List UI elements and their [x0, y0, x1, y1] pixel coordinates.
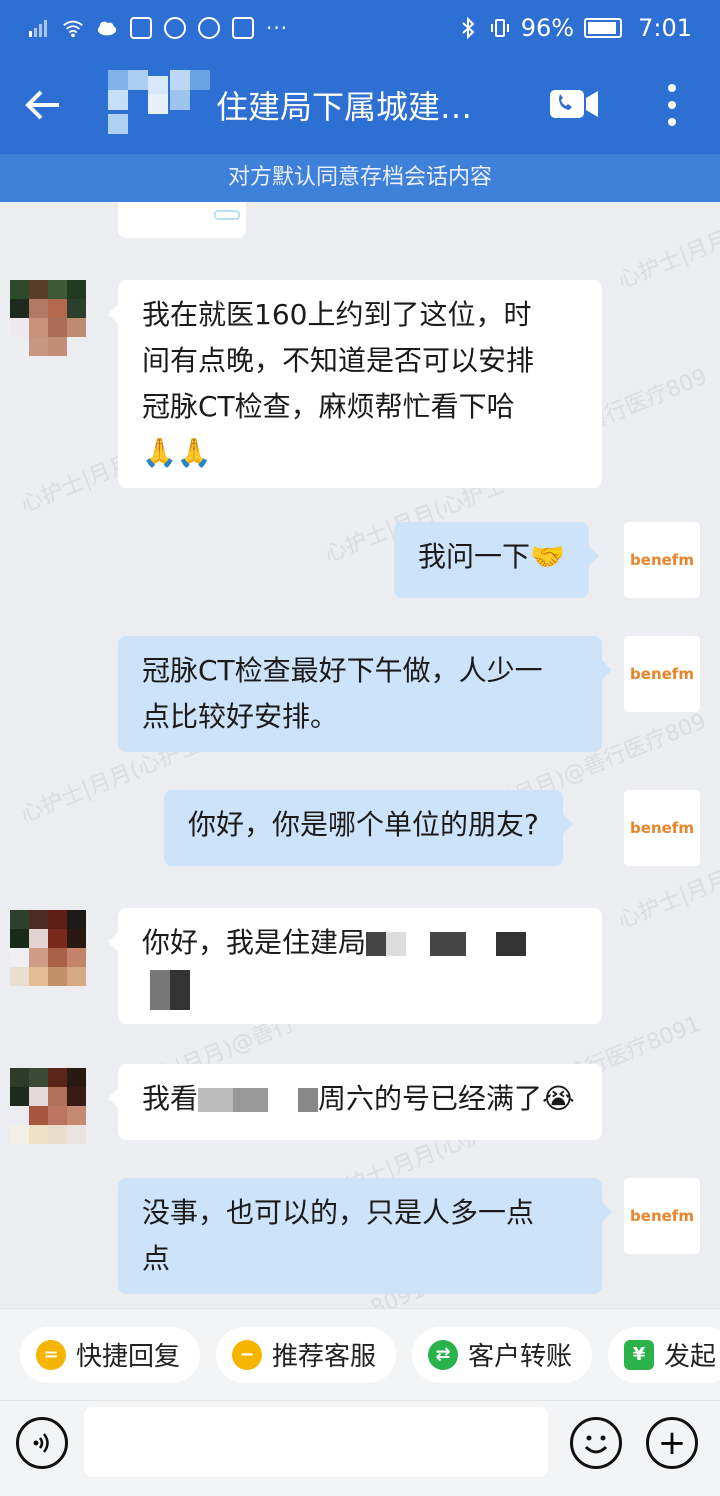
message-bubble-outgoing[interactable]: 我问一下🤝 — [394, 522, 599, 598]
more-dots-icon: ··· — [266, 16, 289, 40]
music-icon — [164, 17, 186, 39]
archive-notice: 对方默认同意存档会话内容 — [0, 154, 720, 202]
battery-icon — [584, 18, 623, 38]
weather-icon — [130, 17, 152, 39]
status-icons-right: 96% 7:01 — [457, 14, 692, 42]
browser-icon — [198, 17, 220, 39]
arrow-left-icon — [25, 90, 59, 120]
customer-transfer-button[interactable]: ⇄ 客户转账 — [412, 1326, 593, 1383]
message-text: 我问一下 — [418, 540, 531, 573]
emoji-button[interactable] — [570, 1417, 622, 1469]
payment-shield-icon: ¥ — [624, 1339, 655, 1370]
pray-emoji-icon: 🙏🙏 — [142, 436, 212, 469]
message-text: 间有点晚，不知道是否可以安排 — [142, 344, 535, 377]
quick-action-bar: = 快捷回复 − 推荐客服 ⇄ 客户转账 ¥ 发起 — [0, 1308, 720, 1400]
watermark: 心护士|月月 — [614, 866, 720, 934]
message-text: 点比较好安排。 — [142, 700, 339, 733]
message-text: 冠脉CT检查最好下午做，人少一 — [142, 654, 543, 687]
recommend-service-icon: − — [232, 1339, 263, 1370]
recommend-service-label: 推荐客服 — [272, 1342, 377, 1372]
upload-icon — [232, 17, 254, 39]
quick-reply-icon: = — [36, 1339, 66, 1370]
signal-icon — [29, 20, 47, 37]
input-bar: + — [0, 1400, 720, 1496]
agent-avatar[interactable]: benefm — [624, 522, 700, 598]
message-text: 我看 — [142, 1082, 199, 1115]
message-bubble-outgoing[interactable]: 冠脉CT检查最好下午做，人少一 点比较好安排。 — [118, 636, 612, 752]
contact-name-redacted — [108, 70, 218, 140]
message-bubble-incoming[interactable]: 我在就医160上约到了这位，时 间有点晚，不知道是否可以安排 冠脉CT检查，麻烦… — [108, 280, 602, 488]
video-call-button[interactable] — [548, 86, 600, 122]
voice-input-button[interactable] — [16, 1417, 68, 1469]
back-button[interactable] — [0, 56, 86, 154]
redacted-text — [406, 932, 467, 956]
message-bubble-outgoing[interactable]: 没事，也可以的，只是人多一点 点 — [118, 1178, 612, 1294]
quick-reply-label: 快捷回复 — [76, 1342, 181, 1372]
message-text: 没事，也可以的，只是人多一点 — [142, 1196, 535, 1229]
crying-emoji-icon: 😭 — [542, 1082, 575, 1115]
battery-percent: 96% — [520, 14, 575, 42]
status-icons-left: ··· — [28, 16, 457, 40]
smiley-icon — [584, 1435, 608, 1454]
agent-avatar[interactable]: benefm — [624, 790, 700, 866]
wifi-icon — [63, 20, 83, 38]
agent-avatar[interactable]: benefm — [624, 1178, 700, 1254]
redacted-text — [150, 970, 190, 1010]
message-text: 周六的号已经满了 — [318, 1082, 543, 1115]
message-text: 冠脉CT检查，麻烦帮忙看下哈 — [142, 390, 515, 423]
agent-avatar[interactable]: benefm — [624, 636, 700, 712]
watermark: 心护士|月月 — [614, 226, 720, 294]
message-bubble-incoming[interactable]: 你好，我是住建局 — [108, 908, 602, 1024]
redacted-text — [466, 932, 527, 956]
recommend-service-button[interactable]: − 推荐客服 — [216, 1326, 397, 1383]
message-text: 你好，你是哪个单位的朋友? — [188, 808, 539, 841]
plus-icon: + — [657, 1423, 687, 1463]
quick-reply-button[interactable]: = 快捷回复 — [20, 1326, 201, 1383]
initiate-payment-label: 发起 — [664, 1342, 717, 1372]
initiate-payment-button[interactable]: ¥ 发起 — [608, 1326, 720, 1383]
more-actions-button[interactable]: + — [646, 1417, 698, 1469]
avatar[interactable] — [10, 1068, 86, 1144]
bluetooth-icon — [462, 17, 475, 39]
message-input[interactable] — [84, 1407, 548, 1477]
message-text: 我在就医160上约到了这位，时 — [142, 298, 532, 331]
message-bubble-outgoing[interactable]: 你好，你是哪个单位的朋友? — [164, 790, 573, 866]
previous-card-message[interactable] — [118, 202, 246, 238]
message-text: 你好，我是住建局 — [142, 926, 367, 959]
avatar[interactable] — [10, 910, 86, 986]
message-text: 点 — [142, 1242, 171, 1275]
voice-icon — [33, 1433, 49, 1453]
chat-title: 住建局下属城建… — [216, 88, 473, 126]
customer-transfer-label: 客户转账 — [468, 1342, 573, 1372]
clock: 7:01 — [638, 14, 692, 42]
redacted-text — [298, 1088, 319, 1112]
message-bubble-incoming[interactable]: 我看 周六的号已经满了😭 — [108, 1064, 602, 1140]
redacted-text — [366, 932, 407, 956]
chat-area[interactable]: 心护士|月月 心护士|月月(心护士 善行医疗809 心护士|月月(心护士 |月月… — [0, 202, 720, 1308]
status-bar: ··· 96% 7:01 — [0, 0, 720, 56]
title-bar: 住建局下属城建… — [0, 56, 720, 154]
cloud-icon — [97, 21, 117, 36]
vibrate-icon — [490, 19, 509, 37]
video-call-icon — [550, 90, 598, 118]
avatar[interactable] — [10, 280, 86, 356]
more-options-button[interactable] — [650, 78, 694, 132]
transfer-icon: ⇄ — [428, 1339, 459, 1370]
redacted-text — [198, 1088, 269, 1112]
more-vertical-icon — [668, 84, 676, 92]
handshake-emoji-icon: 🤝 — [530, 540, 565, 573]
